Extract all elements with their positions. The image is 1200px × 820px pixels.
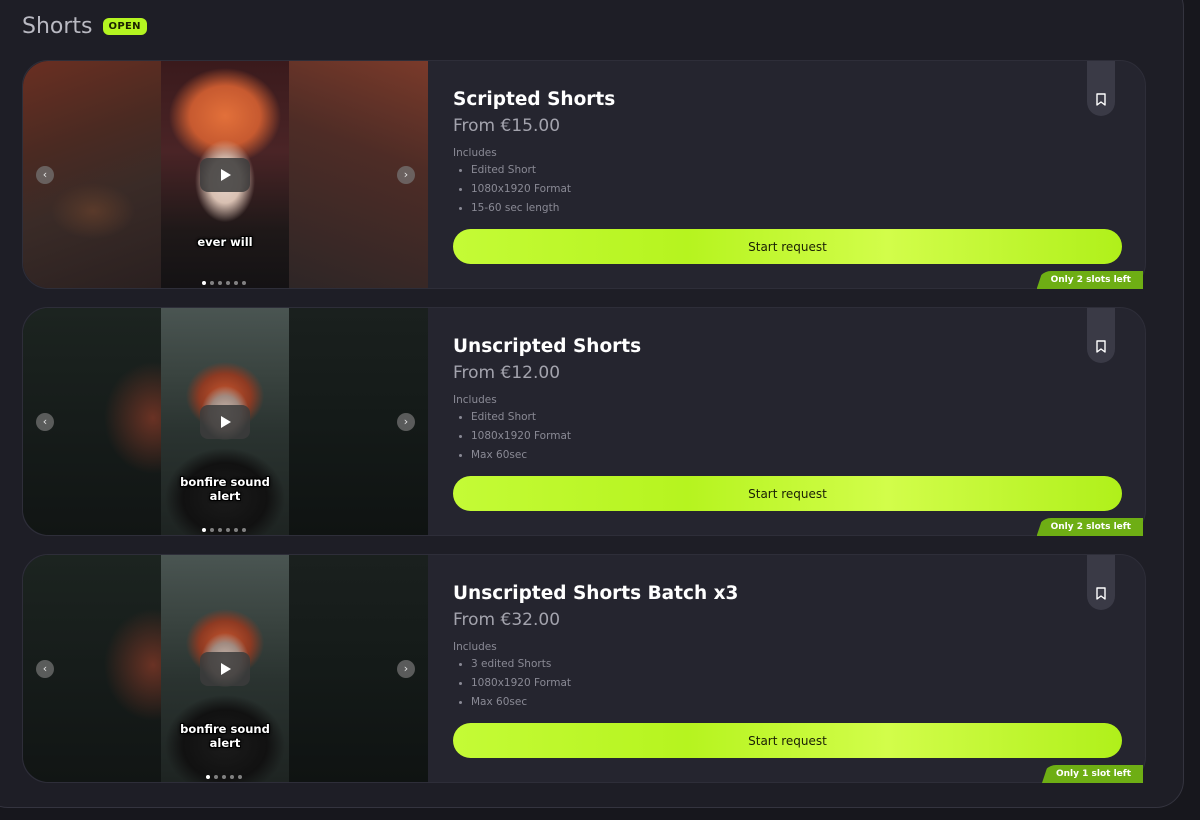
product-card: bonfire sound alert ‹ › Unscripted Shorts… [22,554,1146,783]
includes-label: Includes [453,394,497,406]
carousel-dot[interactable] [210,528,214,532]
carousel-dot[interactable] [218,528,222,532]
play-button[interactable] [200,405,250,439]
card-title: Scripted Shorts [453,89,616,110]
includes-list: Edited Short 1080x1920 Format Max 60sec [453,408,571,465]
carousel-dot[interactable] [202,528,206,532]
list-item: 3 edited Shorts [453,655,571,674]
play-button[interactable] [200,158,250,192]
carousel-dot[interactable] [242,528,246,532]
product-card: bonfire sound alert ‹ › Unscripted Shorts… [22,307,1146,536]
play-button[interactable] [200,652,250,686]
carousel-next-button[interactable]: › [397,166,415,184]
list-item: Max 60sec [453,446,571,465]
list-item: Max 60sec [453,693,571,712]
play-icon [221,169,231,181]
carousel-dots [202,281,246,285]
chevron-right-icon: › [403,415,409,428]
carousel-dot[interactable] [218,281,222,285]
media-carousel[interactable]: bonfire sound alert ‹ › [23,308,428,535]
start-request-button[interactable]: Start request [453,723,1122,758]
carousel-next-button[interactable]: › [397,660,415,678]
chevron-left-icon: ‹ [42,415,48,428]
bookmark-icon [1096,587,1106,600]
card-price: From €15.00 [453,116,561,136]
slots-left-badge: Only 2 slots left [1036,271,1143,289]
card-price: From €12.00 [453,363,561,383]
slots-left-badge: Only 2 slots left [1036,518,1143,536]
card-info: Unscripted Shorts From €12.00 Includes E… [453,308,1145,535]
carousel-dot[interactable] [202,281,206,285]
carousel-dots [206,775,242,779]
list-item: 15-60 sec length [453,199,571,218]
list-item: Edited Short [453,161,571,180]
slots-left-badge: Only 1 slot left [1041,765,1143,783]
card-info: Unscripted Shorts Batch x3 From €32.00 I… [453,555,1145,782]
carousel-dot[interactable] [214,775,218,779]
carousel-prev-button[interactable]: ‹ [36,166,54,184]
carousel-dot[interactable] [210,281,214,285]
carousel-dot[interactable] [206,775,210,779]
bookmark-button[interactable] [1087,555,1115,610]
chevron-left-icon: ‹ [42,168,48,181]
includes-label: Includes [453,641,497,653]
includes-label: Includes [453,147,497,159]
video-caption: ever will [197,235,253,249]
bookmark-button[interactable] [1087,308,1115,363]
card-price: From €32.00 [453,610,561,630]
includes-list: Edited Short 1080x1920 Format 15-60 sec … [453,161,571,218]
start-request-button[interactable]: Start request [453,476,1122,511]
bookmark-icon [1096,93,1106,106]
carousel-dot[interactable] [230,775,234,779]
carousel-dot[interactable] [226,528,230,532]
list-item: Edited Short [453,408,571,427]
list-item: 1080x1920 Format [453,674,571,693]
media-carousel[interactable]: bonfire sound alert ‹ › [23,555,428,782]
chevron-right-icon: › [403,662,409,675]
carousel-dot[interactable] [242,281,246,285]
status-badge: OPEN [102,18,147,35]
chevron-right-icon: › [403,168,409,181]
card-title: Unscripted Shorts Batch x3 [453,583,739,604]
card-info: Scripted Shorts From €15.00 Includes Edi… [453,61,1145,288]
bookmark-icon [1096,340,1106,353]
product-card: ever will ‹ › Scripted Shorts From €15.0… [22,60,1146,289]
carousel-dot[interactable] [226,281,230,285]
section-title: Shorts [22,14,93,39]
section-header: Shorts OPEN [22,14,147,39]
chevron-left-icon: ‹ [42,662,48,675]
includes-list: 3 edited Shorts 1080x1920 Format Max 60s… [453,655,571,712]
carousel-dots [202,528,246,532]
carousel-dot[interactable] [234,281,238,285]
media-carousel[interactable]: ever will ‹ › [23,61,428,288]
bookmark-button[interactable] [1087,61,1115,116]
carousel-dot[interactable] [238,775,242,779]
video-caption: bonfire sound alert [180,475,270,503]
carousel-dot[interactable] [234,528,238,532]
carousel-prev-button[interactable]: ‹ [36,413,54,431]
start-request-button[interactable]: Start request [453,229,1122,264]
carousel-next-button[interactable]: › [397,413,415,431]
list-item: 1080x1920 Format [453,180,571,199]
list-item: 1080x1920 Format [453,427,571,446]
play-icon [221,416,231,428]
play-icon [221,663,231,675]
video-caption: bonfire sound alert [180,722,270,750]
card-title: Unscripted Shorts [453,336,642,357]
carousel-dot[interactable] [222,775,226,779]
carousel-prev-button[interactable]: ‹ [36,660,54,678]
